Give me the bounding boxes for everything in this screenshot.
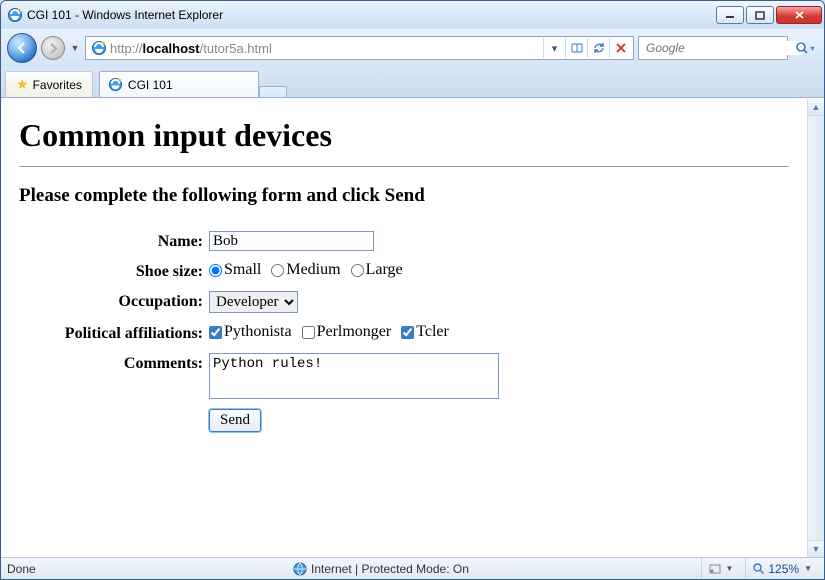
nav-toolbar: ▼ http://localhost/tutor5a.html ▾ G (1, 29, 824, 67)
shoe-option[interactable]: Small (209, 261, 261, 279)
page-heading: Common input devices (19, 117, 789, 154)
status-bar: Done Internet | Protected Mode: On ▼ 125… (1, 557, 824, 579)
scroll-track[interactable] (808, 116, 824, 540)
label-comments: Comments: (19, 353, 209, 373)
tab-icon (108, 77, 123, 92)
send-button[interactable]: Send (209, 409, 261, 432)
shoe-option-label: Large (366, 261, 403, 279)
name-input[interactable] (209, 231, 374, 251)
security-zone-text: Internet | Protected Mode: On (311, 562, 469, 576)
status-text: Done (7, 562, 287, 576)
search-button[interactable]: ▾ (792, 38, 818, 58)
label-political: Political affiliations: (19, 323, 209, 343)
vertical-scrollbar[interactable]: ▲ ▼ (807, 99, 824, 557)
ie-icon (7, 7, 23, 23)
address-dropdown[interactable]: ▾ (543, 38, 565, 58)
political-option[interactable]: Tcler (401, 323, 449, 341)
label-shoe: Shoe size: (19, 261, 209, 281)
shoe-option[interactable]: Medium (271, 261, 340, 279)
occupation-select[interactable]: Developer (209, 291, 298, 313)
zoom-level: 125% (768, 562, 799, 576)
shoe-radio[interactable] (209, 264, 222, 277)
political-option-label: Tcler (416, 323, 449, 341)
favorites-button[interactable]: ★ Favorites (5, 71, 93, 97)
shoe-option-label: Small (224, 261, 261, 279)
zoom-control[interactable]: 125% ▼ (745, 558, 818, 579)
maximize-button[interactable] (746, 6, 774, 24)
address-bar[interactable]: http://localhost/tutor5a.html ▾ (85, 36, 634, 60)
shoe-radio[interactable] (271, 264, 284, 277)
favorites-label: Favorites (33, 78, 82, 92)
political-checkbox[interactable] (209, 326, 222, 339)
divider (19, 166, 789, 167)
tab-active[interactable]: CGI 101 (99, 71, 259, 97)
political-option-label: Pythonista (224, 323, 292, 341)
window-title: CGI 101 - Windows Internet Explorer (27, 8, 716, 22)
page-subheading: Please complete the following form and c… (19, 185, 789, 207)
star-icon: ★ (16, 76, 29, 93)
compat-view-button[interactable] (565, 38, 587, 58)
titlebar: CGI 101 - Windows Internet Explorer (1, 1, 824, 29)
political-option[interactable]: Pythonista (209, 323, 292, 341)
page-content: Common input devices Please complete the… (1, 99, 807, 557)
zoom-icon (752, 562, 765, 575)
globe-icon (293, 562, 307, 576)
page-mode-icon (708, 562, 722, 576)
scroll-up-button[interactable]: ▲ (808, 99, 824, 116)
nav-history-dropdown[interactable]: ▼ (69, 43, 81, 53)
address-text[interactable]: http://localhost/tutor5a.html (110, 41, 543, 56)
refresh-button[interactable] (587, 38, 609, 58)
label-occupation: Occupation: (19, 291, 209, 311)
close-button[interactable] (776, 6, 822, 24)
label-name: Name: (19, 231, 209, 251)
political-checkbox[interactable] (302, 326, 315, 339)
political-option-label: Perlmonger (317, 323, 392, 341)
comments-textarea[interactable] (209, 353, 499, 399)
status-segment-1[interactable]: ▼ (701, 558, 739, 579)
tab-title: CGI 101 (128, 78, 173, 92)
search-box[interactable]: G (638, 36, 788, 60)
shoe-option-label: Medium (286, 261, 340, 279)
page-icon (91, 40, 107, 56)
political-checkbox[interactable] (401, 326, 414, 339)
political-option[interactable]: Perlmonger (302, 323, 392, 341)
scroll-down-button[interactable]: ▼ (808, 540, 824, 557)
minimize-button[interactable] (716, 6, 744, 24)
shoe-radio[interactable] (351, 264, 364, 277)
new-tab-button[interactable] (259, 86, 287, 97)
back-button[interactable] (7, 33, 37, 63)
stop-button[interactable] (609, 38, 631, 58)
forward-button[interactable] (41, 36, 65, 60)
tab-strip: ★ Favorites CGI 101 (1, 67, 824, 98)
search-input[interactable] (646, 41, 803, 55)
shoe-option[interactable]: Large (351, 261, 403, 279)
